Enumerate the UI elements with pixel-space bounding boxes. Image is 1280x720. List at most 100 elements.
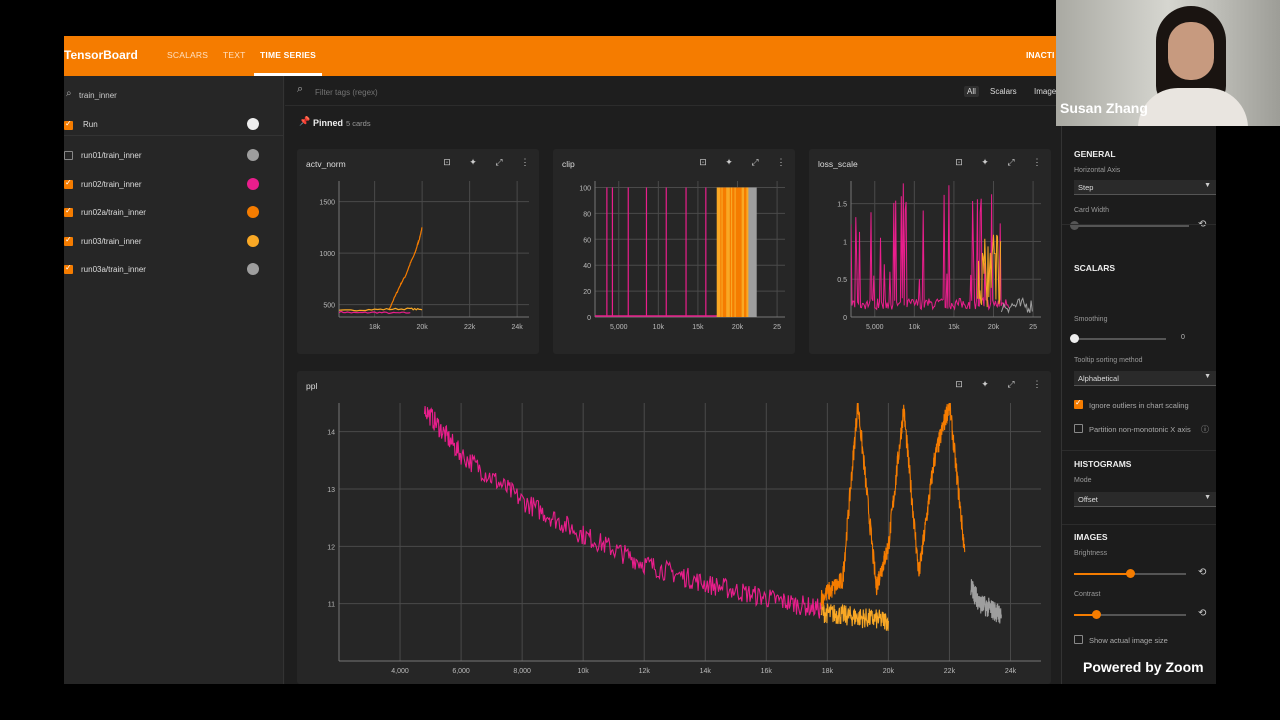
images-settings: IMAGES Brightness ⟲ Contrast ⟲ Show actu…: [1062, 524, 1216, 654]
slider-thumb[interactable]: [1126, 569, 1135, 578]
clip-chart[interactable]: 5,000 10k 15k 20k 25 0 20 40 60 80 100: [553, 149, 795, 354]
reset-icon[interactable]: ⟲: [1198, 608, 1206, 619]
run-filter-input[interactable]: train_inner: [79, 91, 117, 100]
actual-size-checkbox[interactable]: [1074, 635, 1083, 644]
run-label: run02/train_inner: [81, 179, 142, 189]
tab-text[interactable]: TEXT: [223, 50, 246, 60]
x-tick-label: 15k: [692, 324, 704, 331]
chart-card-ppl: ppl ⊡ ✦ ⤢ ⋮ 4,000 6,000 8,000 10k 12k 14k 16k 1…: [297, 371, 1051, 684]
x-tick-label: 20k: [988, 324, 1000, 331]
series-line: [970, 579, 1002, 624]
settings-panel: GENERAL Horizontal Axis Step ▼ Card Width…: [1061, 76, 1216, 684]
tooltip-sort-select[interactable]: Alphabetical ▼: [1074, 371, 1216, 386]
run-color-swatch[interactable]: [247, 263, 259, 275]
x-tick-label: 5,000: [610, 324, 628, 331]
pinned-count: 5 cards: [346, 119, 371, 128]
select-value: Step: [1078, 183, 1094, 192]
x-tick-label: 18k: [369, 324, 381, 331]
horizontal-axis-select[interactable]: Step ▼: [1074, 180, 1216, 195]
zoom-stage: TensorBoard SCALARS TEXT TIME SERIES INA…: [0, 0, 1280, 720]
run-checkbox[interactable]: [64, 263, 73, 274]
scalars-heading: SCALARS: [1074, 263, 1116, 273]
run-row[interactable]: run02/train_inner: [64, 170, 284, 198]
x-tick-label: 6,000: [452, 668, 470, 675]
run-checkbox[interactable]: [64, 235, 73, 246]
brand-logo[interactable]: TensorBoard: [64, 48, 138, 62]
filter-chip-all[interactable]: All: [964, 86, 979, 97]
ignore-outliers-checkbox[interactable]: [1074, 398, 1083, 409]
run-row[interactable]: run03/train_inner: [64, 227, 284, 255]
slider-thumb[interactable]: [1092, 610, 1102, 619]
histograms-heading: HISTOGRAMS: [1074, 459, 1132, 469]
x-tick-label: 14k: [700, 668, 712, 675]
images-heading: IMAGES: [1074, 532, 1108, 542]
run-row[interactable]: run01/train_inner: [64, 141, 284, 169]
help-icon[interactable]: ⓘ: [1201, 424, 1209, 435]
chart-card-clip: clip ⊡ ✦ ⤢ ⋮ 5,000 10k 15k 20k 25 0 20 40 60 80 10…: [553, 149, 795, 354]
speaker-name: Susan Zhang: [1060, 100, 1148, 116]
run-row[interactable]: run03a/train_inner: [64, 255, 284, 283]
y-tick-label: 20: [583, 289, 591, 296]
loss-scale-chart[interactable]: 5,000 10k 15k 20k 25 0 0.5 1 1.5: [809, 149, 1051, 354]
general-settings: GENERAL Horizontal Axis Step ▼ Card Width…: [1062, 110, 1216, 230]
palette-icon[interactable]: [247, 118, 259, 130]
run-checkbox[interactable]: [64, 178, 73, 189]
horizontal-axis-label: Horizontal Axis: [1074, 167, 1121, 174]
tooltip-sort-label: Tooltip sorting method: [1074, 357, 1143, 364]
smoothing-label: Smoothing: [1074, 316, 1108, 323]
series-line: [339, 307, 423, 312]
contrast-label: Contrast: [1074, 591, 1101, 598]
chevron-down-icon: ▼: [1204, 182, 1211, 189]
x-tick-label: 12k: [639, 668, 651, 675]
run-checkbox[interactable]: [64, 151, 73, 160]
run-color-swatch[interactable]: [247, 206, 259, 218]
x-tick-label: 22k: [464, 324, 476, 331]
chevron-down-icon: ▼: [1204, 494, 1211, 501]
run-color-swatch[interactable]: [247, 149, 259, 161]
filter-chip-image[interactable]: Image: [1034, 87, 1056, 96]
slider-fill: [1074, 573, 1130, 575]
brightness-slider[interactable]: [1074, 569, 1186, 578]
y-tick-label: 0: [587, 315, 591, 322]
slider-thumb[interactable]: [1070, 334, 1079, 343]
x-tick-label: 4,000: [391, 668, 409, 675]
run-column-header: Run: [83, 120, 98, 129]
run-color-swatch[interactable]: [247, 177, 259, 190]
histogram-mode-select[interactable]: Offset ▼: [1074, 492, 1216, 507]
actv-norm-chart[interactable]: 18k 20k 22k 24k 500 1000 1500: [297, 149, 539, 354]
run-label: run02a/train_inner: [81, 208, 146, 217]
ppl-chart[interactable]: 4,000 6,000 8,000 10k 12k 14k 16k 18k 20k 22k 24k 1…: [297, 371, 1051, 684]
filter-chip-scalars[interactable]: Scalars: [990, 87, 1017, 96]
tag-filter-bar: ⌕ All Scalars Image: [285, 76, 1061, 106]
y-tick-label: 100: [579, 185, 591, 192]
tab-scalars[interactable]: SCALARS: [167, 50, 208, 60]
run-row[interactable]: run02a/train_inner: [64, 198, 284, 226]
y-tick-label: 13: [327, 487, 335, 494]
partition-checkbox[interactable]: [1074, 424, 1083, 433]
smoothing-slider[interactable]: [1070, 334, 1166, 343]
smoothing-value[interactable]: 0: [1181, 334, 1185, 341]
run-checkbox[interactable]: [64, 206, 73, 217]
top-bar: TensorBoard SCALARS TEXT TIME SERIES INA…: [64, 36, 1216, 76]
x-tick-label: 20k: [732, 324, 744, 331]
actual-size-label: Show actual image size: [1089, 636, 1168, 645]
y-tick-label: 40: [583, 263, 591, 270]
run-filter[interactable]: ⌕ train_inner: [64, 84, 284, 108]
x-tick-label: 20k: [883, 668, 895, 675]
x-tick-label: 8,000: [513, 668, 531, 675]
status-badge: INACTI: [1026, 50, 1055, 60]
run-color-swatch[interactable]: [247, 234, 259, 247]
series-line: [820, 603, 889, 631]
tab-time-series[interactable]: TIME SERIES: [260, 50, 316, 60]
scalars-settings: SCALARS: [1062, 224, 1216, 456]
select-all-checkbox[interactable]: [64, 119, 73, 130]
series-line: [820, 403, 966, 607]
plot-series: [851, 183, 1033, 314]
contrast-slider[interactable]: [1074, 610, 1186, 619]
x-tick-label: 22k: [944, 668, 956, 675]
ignore-outliers-label: Ignore outliers in chart scaling: [1089, 401, 1189, 410]
runs-sidebar: ⌕ train_inner Run run01/train_inner run02…: [64, 76, 284, 684]
tag-filter-input[interactable]: [315, 88, 615, 97]
y-tick-label: 60: [583, 237, 591, 244]
reset-icon[interactable]: ⟲: [1198, 567, 1206, 578]
